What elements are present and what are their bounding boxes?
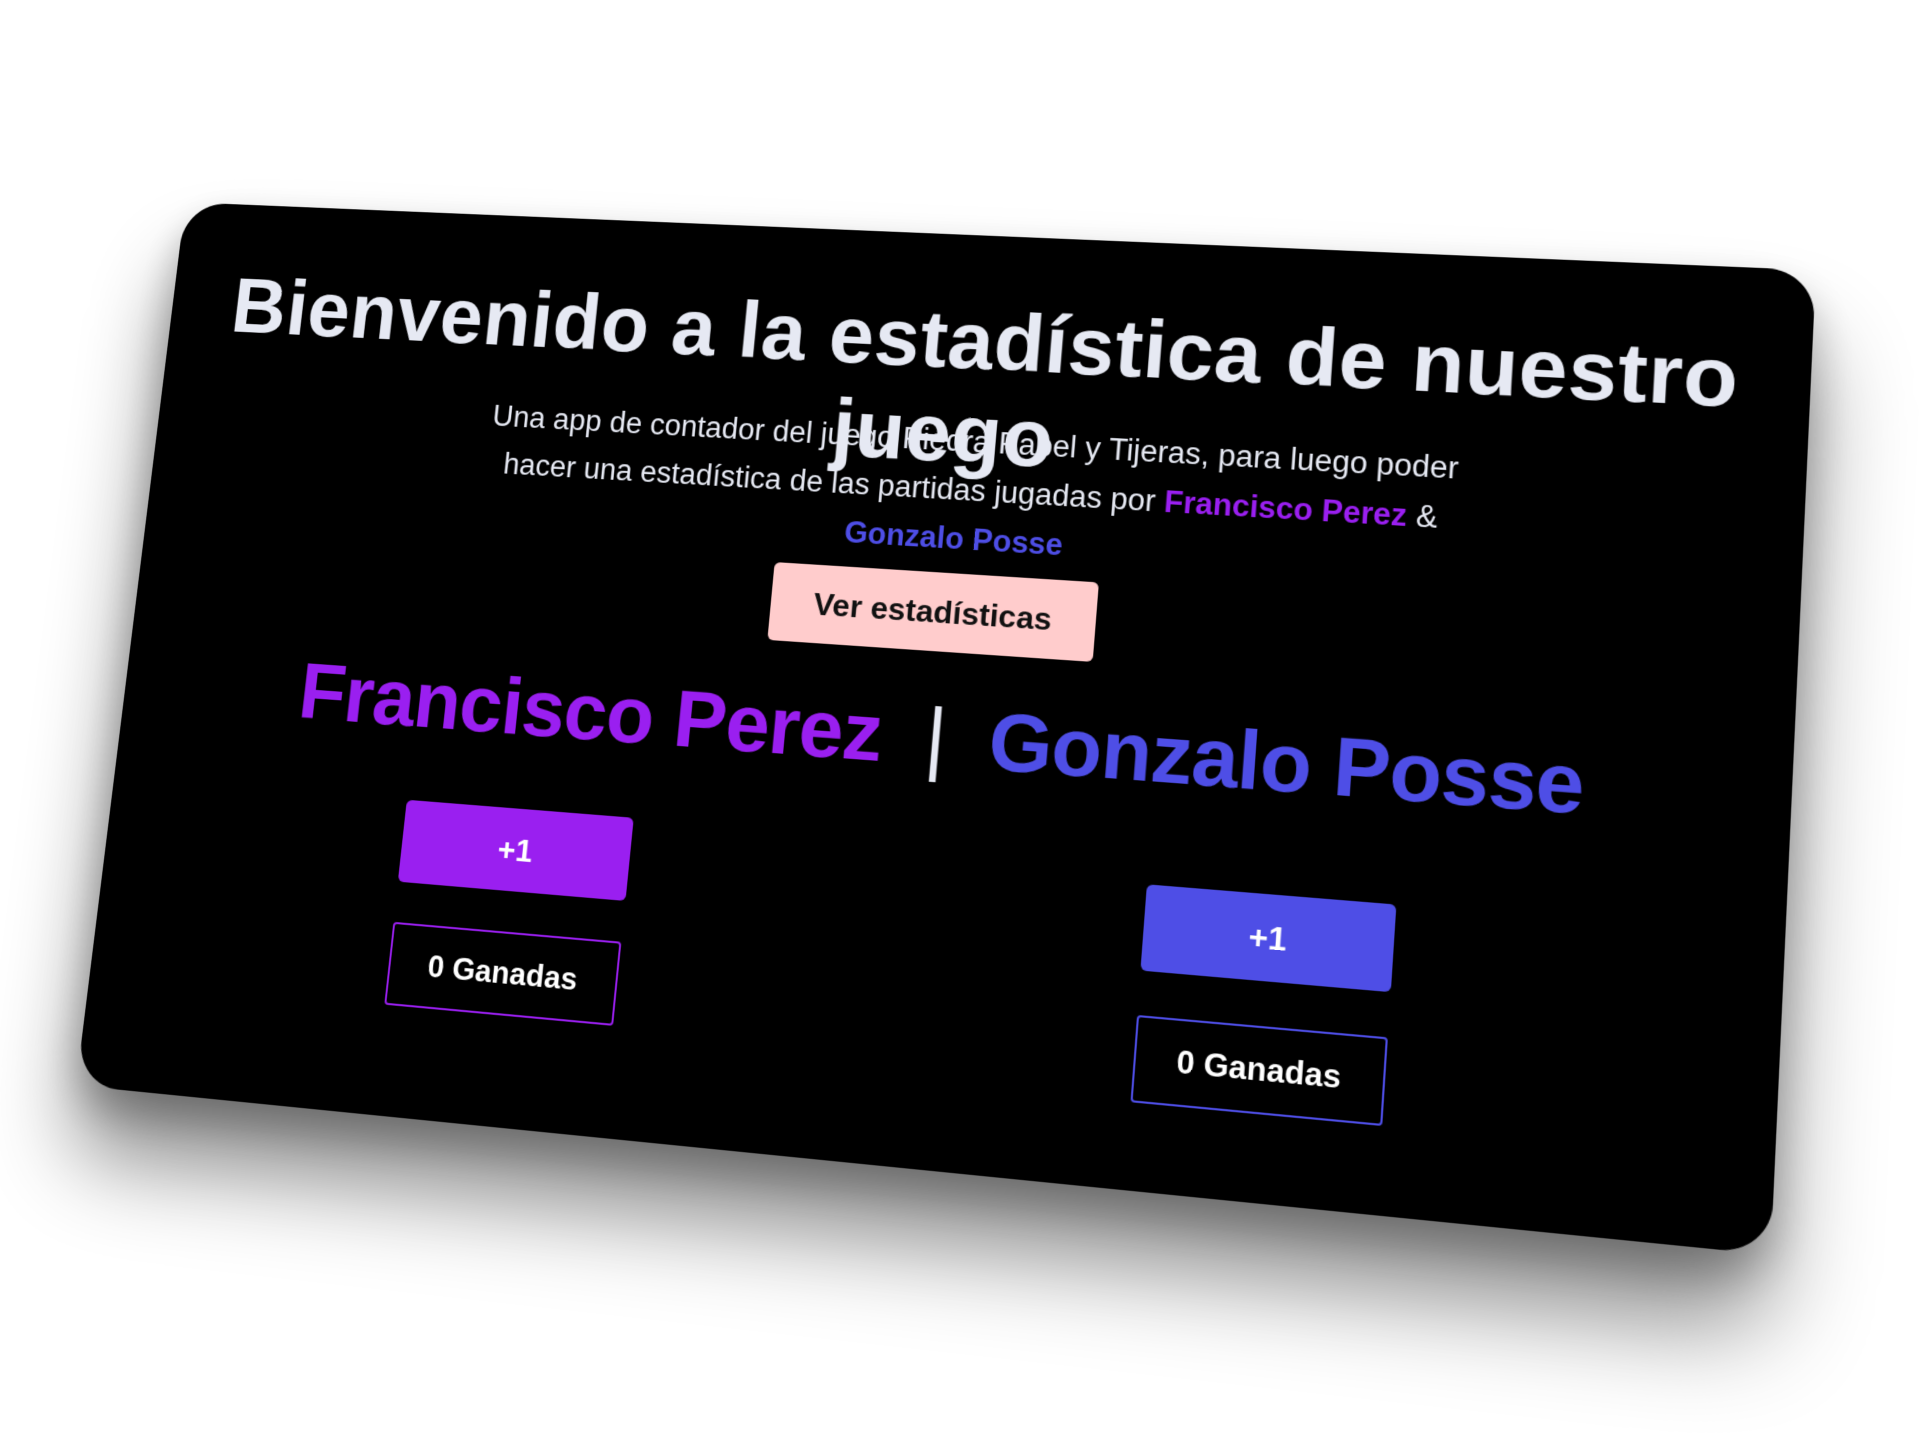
player-two-increment-button[interactable]: +1 bbox=[1140, 884, 1397, 993]
player-two-wins-counter: 0 Ganadas bbox=[1130, 1014, 1388, 1127]
app-window: Bienvenido a la estadística de nuestro j… bbox=[75, 202, 1816, 1255]
description-player-one: Francisco Perez bbox=[1162, 484, 1409, 534]
description-connector: & bbox=[1414, 498, 1439, 535]
players-divider: | bbox=[921, 691, 950, 784]
player-two-name: Gonzalo Posse bbox=[985, 696, 1587, 833]
view-stats-button[interactable]: Ver estadísticas bbox=[767, 562, 1099, 662]
player-one-wins-counter: 0 Ganadas bbox=[384, 921, 622, 1026]
player-one-increment-button[interactable]: +1 bbox=[397, 799, 634, 901]
players-heading: Francisco Perez | Gonzalo Posse bbox=[121, 635, 1794, 850]
page-background: Bienvenido a la estadística de nuestro j… bbox=[0, 0, 1920, 1440]
description-player-two: Gonzalo Posse bbox=[842, 514, 1065, 563]
player-one-name: Francisco Perez bbox=[294, 647, 887, 779]
